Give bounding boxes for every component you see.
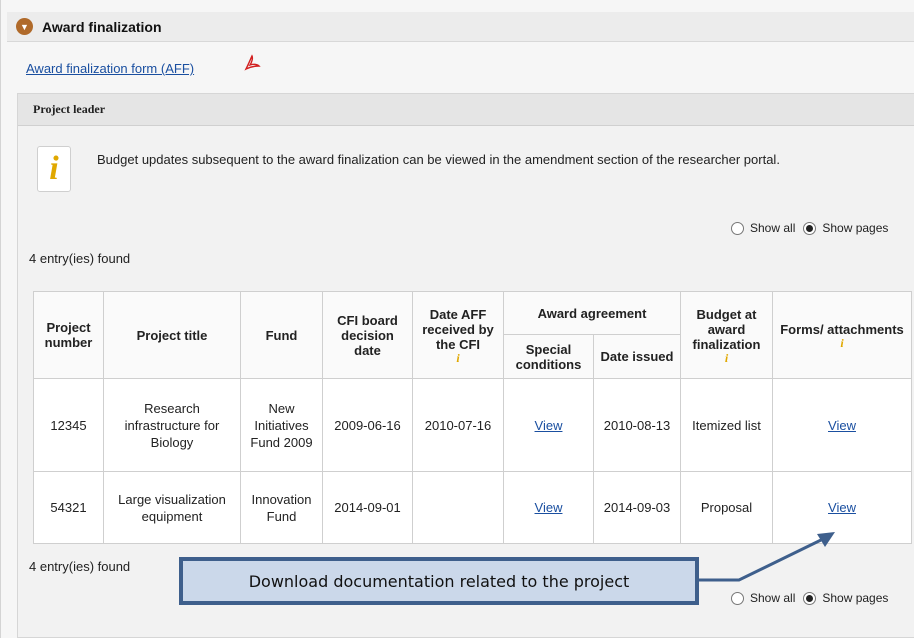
- cell-fund: Innovation Fund: [240, 471, 323, 544]
- cell-cfi-board-decision-date: 2009-06-16: [322, 378, 413, 472]
- cell-budget: Proposal: [680, 471, 773, 544]
- cell-forms: View: [772, 378, 912, 472]
- info-small-icon[interactable]: i: [684, 352, 769, 364]
- info-icon: i: [37, 146, 71, 192]
- info-message: Budget updates subsequent to the award f…: [97, 152, 780, 167]
- table-row: 54321 Large visualization equipment Inno…: [33, 471, 912, 544]
- info-small-icon[interactable]: i: [416, 352, 500, 364]
- show-all-radio[interactable]: Show all: [731, 221, 795, 235]
- annotation-callout: Download documentation related to the pr…: [179, 557, 699, 605]
- cell-cfi-board-decision-date: 2014-09-01: [322, 471, 413, 544]
- entry-count-bottom: 4 entry(ies) found: [29, 559, 131, 574]
- cell-project-title: Large visualization equipment: [103, 471, 241, 544]
- cell-date-issued: 2010-08-13: [593, 378, 681, 472]
- cell-forms: View: [772, 471, 912, 544]
- table-row: 12345 Research infrastructure for Biolog…: [33, 378, 912, 472]
- cell-project-number: 12345: [33, 378, 104, 472]
- col-special-conditions[interactable]: Special conditions: [503, 334, 594, 379]
- view-toggle-top: Show all Show pages: [723, 221, 888, 235]
- col-forms-attachments[interactable]: Forms/ attachments i: [772, 291, 912, 379]
- cell-project-number: 54321: [33, 471, 104, 544]
- col-award-agreement: Award agreement: [503, 291, 681, 335]
- cell-special-conditions: View: [503, 471, 594, 544]
- page-container: ▼ Award finalization Award finalization …: [0, 0, 914, 638]
- section-title: Award finalization: [42, 18, 162, 35]
- aff-form-link[interactable]: Award finalization form (AFF): [26, 61, 194, 76]
- col-project-number[interactable]: Project number: [33, 291, 104, 379]
- col-date-issued[interactable]: Date issued: [593, 334, 681, 379]
- col-project-title[interactable]: Project title: [103, 291, 241, 379]
- col-fund[interactable]: Fund: [240, 291, 323, 379]
- results-table: Project number Project title Fund CFI bo…: [33, 291, 912, 544]
- cell-date-aff-received: 2010-07-16: [412, 378, 504, 472]
- forms-view-link[interactable]: View: [828, 500, 856, 515]
- cell-project-title: Research infrastructure for Biology: [103, 378, 241, 472]
- show-all-radio[interactable]: Show all: [731, 591, 795, 605]
- info-small-icon[interactable]: i: [776, 337, 908, 349]
- forms-view-link[interactable]: View: [828, 418, 856, 433]
- cell-budget: Itemized list: [680, 378, 773, 472]
- section-header[interactable]: ▼ Award finalization: [7, 12, 914, 42]
- show-pages-radio[interactable]: Show pages: [803, 591, 888, 605]
- col-date-aff-received[interactable]: Date AFF received by the CFI i: [412, 291, 504, 379]
- col-cfi-board-decision-date[interactable]: CFI board decision date: [322, 291, 413, 379]
- cell-date-issued: 2014-09-03: [593, 471, 681, 544]
- col-budget-at-award-finalization[interactable]: Budget at award finalization i: [680, 291, 773, 379]
- cell-date-aff-received: [412, 471, 504, 544]
- view-toggle-bottom: Show all Show pages: [723, 591, 888, 605]
- pdf-icon[interactable]: [243, 54, 261, 72]
- special-conditions-view-link[interactable]: View: [535, 500, 563, 515]
- special-conditions-view-link[interactable]: View: [535, 418, 563, 433]
- show-pages-radio[interactable]: Show pages: [803, 221, 888, 235]
- chevron-down-icon[interactable]: ▼: [16, 18, 33, 35]
- entry-count-top: 4 entry(ies) found: [29, 251, 131, 266]
- cell-special-conditions: View: [503, 378, 594, 472]
- panel-title: Project leader: [18, 94, 914, 126]
- cell-fund: New Initiatives Fund 2009: [240, 378, 323, 472]
